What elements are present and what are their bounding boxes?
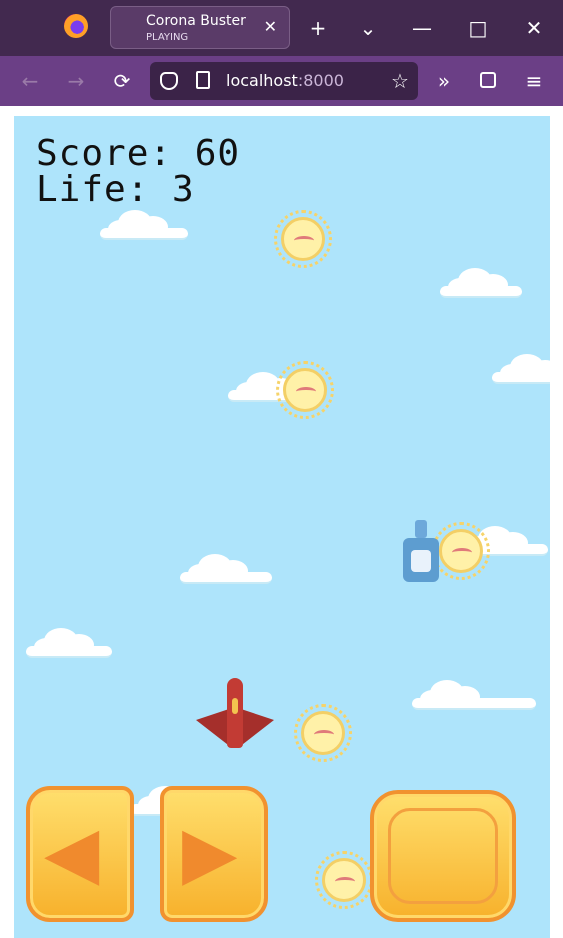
virus-face: [296, 387, 316, 396]
new-tab-button[interactable]: +: [304, 16, 332, 40]
virus-face: [294, 236, 314, 245]
fire-button[interactable]: [370, 790, 516, 922]
sanitizer-powerup: [403, 520, 439, 582]
minimize-icon: —: [412, 16, 432, 40]
sanitizer-label: [411, 550, 431, 572]
chevron-down-icon: ⌄: [359, 16, 377, 40]
browser-tab-strip: Corona Buster PLAYING ✕ + ⌄ — □ ✕: [0, 0, 563, 56]
reload-button[interactable]: ⟳: [108, 68, 136, 94]
url-text[interactable]: localhost:8000: [226, 71, 344, 90]
score-text: Score: 60: [36, 133, 241, 174]
page-viewport: Score: 60 Life: 3 ◀ ▶: [0, 106, 563, 938]
move-right-button[interactable]: ▶: [160, 786, 268, 922]
game-canvas[interactable]: Score: 60 Life: 3 ◀ ▶: [14, 116, 550, 938]
tab-subtitle: PLAYING: [146, 32, 189, 43]
app-menu-button[interactable]: ≡: [520, 68, 548, 94]
cloud-decoration: [26, 628, 112, 658]
cloud-decoration: [492, 354, 550, 384]
tab-corona-buster[interactable]: Corona Buster PLAYING ✕: [110, 6, 290, 49]
firefox-icon[interactable]: [64, 14, 88, 38]
url-host: localhost: [226, 71, 298, 90]
url-bar[interactable]: localhost:8000 ☆: [150, 62, 418, 100]
ship-right-wing: [238, 708, 274, 748]
right-arrow-icon: ▶: [182, 810, 238, 894]
close-icon: ✕: [525, 16, 543, 40]
cloud-decoration: [180, 554, 272, 584]
cloud-decoration: [100, 210, 188, 240]
bookmark-star-button[interactable]: ☆: [386, 68, 414, 94]
back-arrow-icon: ←: [21, 69, 39, 93]
window-maximize-button[interactable]: □: [464, 16, 492, 40]
browser-toolbar: ← → ⟳ localhost:8000 ☆ » ≡: [0, 56, 563, 106]
hud: Score: 60 Life: 3: [36, 136, 240, 208]
left-arrow-icon: ◀: [44, 810, 100, 894]
virus-enemy: [294, 704, 352, 762]
virus-face: [335, 877, 355, 886]
back-button[interactable]: ←: [16, 68, 44, 94]
page-icon: [196, 71, 210, 89]
plus-icon: +: [309, 16, 327, 40]
cloud-decoration: [412, 680, 536, 710]
puzzle-icon: [480, 72, 496, 88]
virus-enemy: [432, 522, 490, 580]
reload-icon: ⟳: [113, 69, 131, 93]
virus-enemy: [274, 210, 332, 268]
overflow-button[interactable]: »: [430, 68, 458, 94]
chevrons-right-icon: »: [437, 69, 451, 93]
close-icon[interactable]: ✕: [264, 17, 277, 36]
url-port: :8000: [297, 71, 344, 90]
shield-icon[interactable]: [160, 72, 178, 90]
star-icon: ☆: [391, 69, 409, 93]
menu-icon: ≡: [525, 69, 543, 93]
fire-button-inner: [388, 808, 498, 904]
ship-cockpit: [232, 698, 238, 714]
tab-list-button[interactable]: ⌄: [354, 16, 382, 40]
sanitizer-pump: [415, 520, 427, 538]
window-close-button[interactable]: ✕: [520, 16, 548, 40]
move-left-button[interactable]: ◀: [26, 786, 134, 922]
virus-face: [452, 548, 472, 557]
virus-face: [314, 730, 334, 739]
virus-enemy: [315, 851, 373, 909]
window-minimize-button[interactable]: —: [408, 16, 436, 40]
forward-button[interactable]: →: [62, 68, 90, 94]
cloud-decoration: [440, 268, 522, 298]
virus-enemy: [276, 361, 334, 419]
forward-arrow-icon: →: [67, 69, 85, 93]
life-text: Life: 3: [36, 169, 195, 210]
maximize-icon: □: [468, 16, 488, 40]
player-ship: [196, 678, 274, 758]
tab-title: Corona Buster: [146, 13, 246, 29]
